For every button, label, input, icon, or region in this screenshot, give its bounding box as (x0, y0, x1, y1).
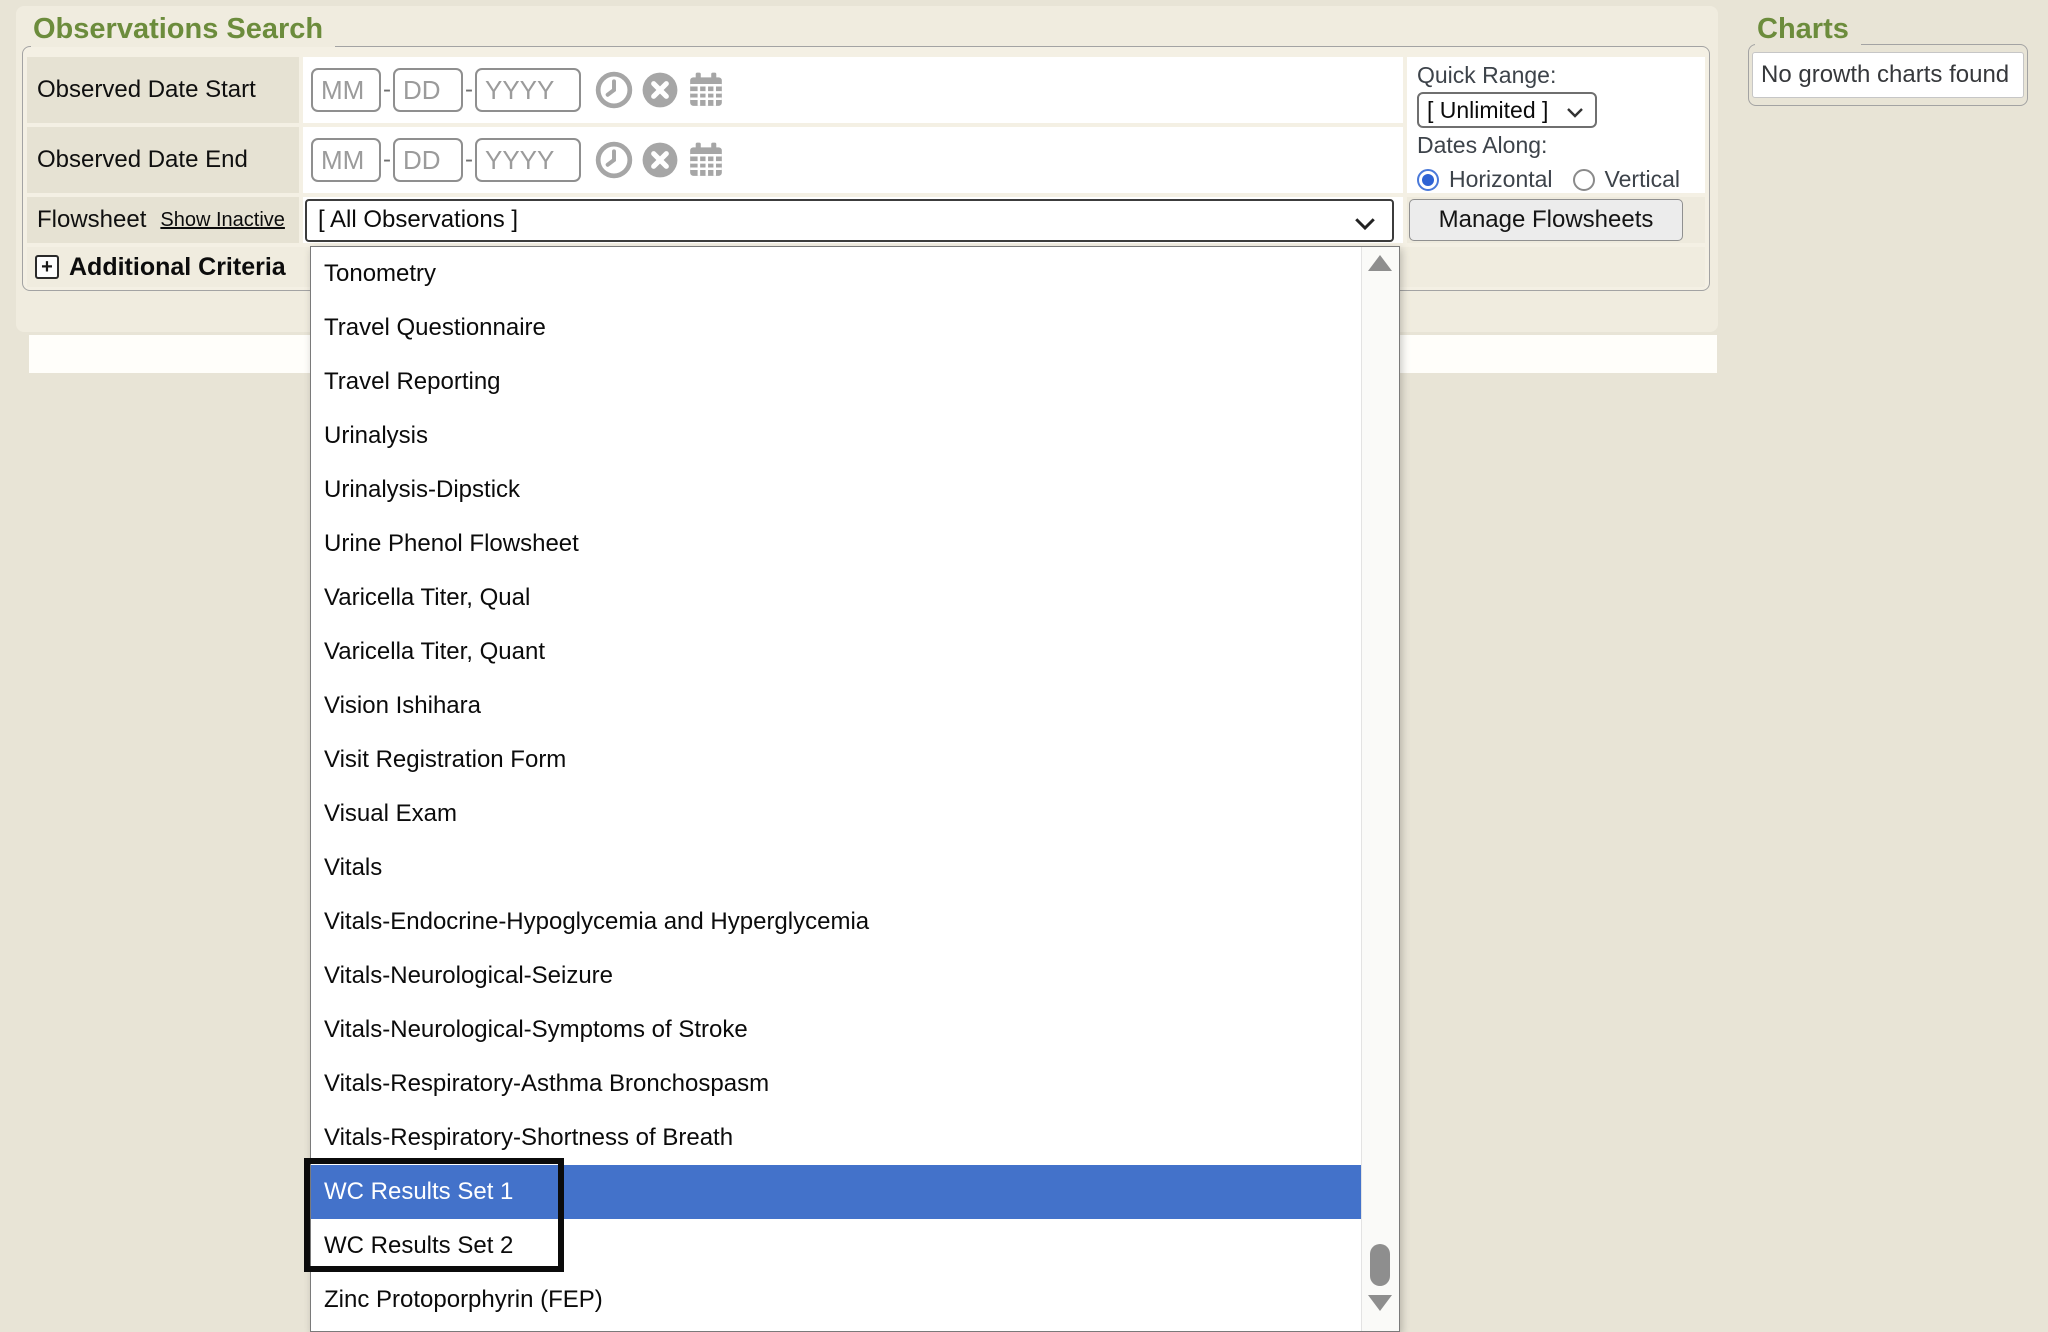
date-start-day-input[interactable] (393, 68, 463, 112)
dropdown-option[interactable]: Varicella Titer, Quant (311, 625, 1361, 679)
charts-title: Charts (1755, 11, 1861, 47)
dropdown-option[interactable]: Urinalysis-Dipstick (311, 463, 1361, 517)
dropdown-option[interactable]: Vision Ishihara (311, 679, 1361, 733)
dropdown-option[interactable]: Urine Phenol Flowsheet (311, 517, 1361, 571)
dropdown-option[interactable]: Vitals-Neurological-Symptoms of Stroke (311, 1003, 1361, 1057)
dropdown-option[interactable]: Travel Questionnaire (311, 301, 1361, 355)
vertical-radio-label: Vertical (1605, 166, 1680, 193)
dropdown-option[interactable]: Vitals-Respiratory-Asthma Bronchospasm (311, 1057, 1361, 1111)
flowsheet-select-value: [ All Observations ] (318, 206, 518, 234)
dropdown-option[interactable]: Visit Registration Form (311, 733, 1361, 787)
dropdown-option[interactable]: WC Results Set 2 (311, 1219, 1361, 1273)
charts-empty-message: No growth charts found (1752, 52, 2024, 98)
chevron-down-icon (1563, 100, 1587, 130)
scroll-down-icon[interactable] (1368, 1295, 1392, 1311)
quick-range-label: Quick Range: (1417, 61, 1695, 90)
vertical-radio[interactable] (1573, 169, 1595, 191)
date-end-month-input[interactable] (311, 138, 381, 182)
flowsheet-dropdown-list: TonometryTravel QuestionnaireTravel Repo… (310, 246, 1400, 1332)
date-separator: - (383, 76, 391, 104)
dropdown-option[interactable]: Vitals-Respiratory-Shortness of Breath (311, 1111, 1361, 1165)
date-start-label: Observed Date Start (27, 57, 299, 123)
dropdown-option[interactable]: Vitals (311, 841, 1361, 895)
observations-page: { "search_panel": { "legend": "Observati… (0, 0, 2048, 1329)
scrollbar-thumb[interactable] (1370, 1244, 1390, 1286)
date-end-input-cell: - - (303, 127, 1403, 193)
quick-range-value: [ Unlimited ] (1427, 97, 1548, 124)
date-start-input-cell: - - (303, 57, 1403, 123)
clear-circle-icon[interactable] (641, 141, 679, 179)
flowsheet-label: Flowsheet (37, 206, 146, 234)
date-separator: - (465, 76, 473, 104)
dates-along-label: Dates Along: (1417, 131, 1695, 160)
dates-along-options: Horizontal Vertical (1417, 166, 1695, 193)
dropdown-option[interactable]: Zinc Protoporphyrin (FEP) (311, 1273, 1361, 1327)
dropdown-option[interactable]: Vitals-Endocrine-Hypoglycemia and Hyperg… (311, 895, 1361, 949)
date-end-day-input[interactable] (393, 138, 463, 182)
dropdown-option[interactable]: Travel Reporting (311, 355, 1361, 409)
flowsheet-select-cell: [ All Observations ] (303, 197, 1403, 243)
date-separator: - (383, 146, 391, 174)
scroll-up-icon[interactable] (1368, 255, 1392, 271)
show-inactive-link[interactable]: Show Inactive (160, 209, 285, 232)
calendar-icon[interactable] (687, 141, 725, 179)
dropdown-option[interactable]: Varicella Titer, Qual (311, 571, 1361, 625)
manage-flowsheets-cell: Manage Flowsheets (1407, 197, 1705, 243)
dropdown-scrollbar[interactable] (1361, 247, 1399, 1331)
date-separator: - (465, 146, 473, 174)
flowsheet-label-cell: Flowsheet Show Inactive (27, 197, 299, 243)
charts-panel: Charts No growth charts found (1748, 44, 2028, 106)
quick-range-select[interactable]: [ Unlimited ] (1417, 92, 1597, 128)
dropdown-option[interactable]: WC Results Set 1 (311, 1165, 1361, 1219)
chevron-down-icon (1350, 208, 1380, 245)
panel-title: Observations Search (31, 11, 335, 47)
flowsheet-select[interactable]: [ All Observations ] (305, 199, 1394, 242)
clock-icon[interactable] (595, 71, 633, 109)
quick-range-cell: Quick Range: [ Unlimited ] Dates Along: … (1407, 57, 1705, 193)
date-start-month-input[interactable] (311, 68, 381, 112)
date-end-year-input[interactable] (475, 138, 581, 182)
additional-criteria-label: Additional Criteria (69, 253, 286, 282)
manage-flowsheets-button[interactable]: Manage Flowsheets (1409, 199, 1683, 241)
date-start-year-input[interactable] (475, 68, 581, 112)
dropdown-option[interactable]: Tonometry (311, 247, 1361, 301)
horizontal-radio[interactable] (1417, 169, 1439, 191)
dropdown-option[interactable]: Urinalysis (311, 409, 1361, 463)
clock-icon[interactable] (595, 141, 633, 179)
date-end-label: Observed Date End (27, 127, 299, 193)
dropdown-items: TonometryTravel QuestionnaireTravel Repo… (311, 247, 1361, 1327)
horizontal-radio-label: Horizontal (1449, 166, 1553, 193)
clear-circle-icon[interactable] (641, 71, 679, 109)
calendar-icon[interactable] (687, 71, 725, 109)
dropdown-option[interactable]: Visual Exam (311, 787, 1361, 841)
expand-plus-icon[interactable]: + (35, 255, 59, 279)
dropdown-option[interactable]: Vitals-Neurological-Seizure (311, 949, 1361, 1003)
